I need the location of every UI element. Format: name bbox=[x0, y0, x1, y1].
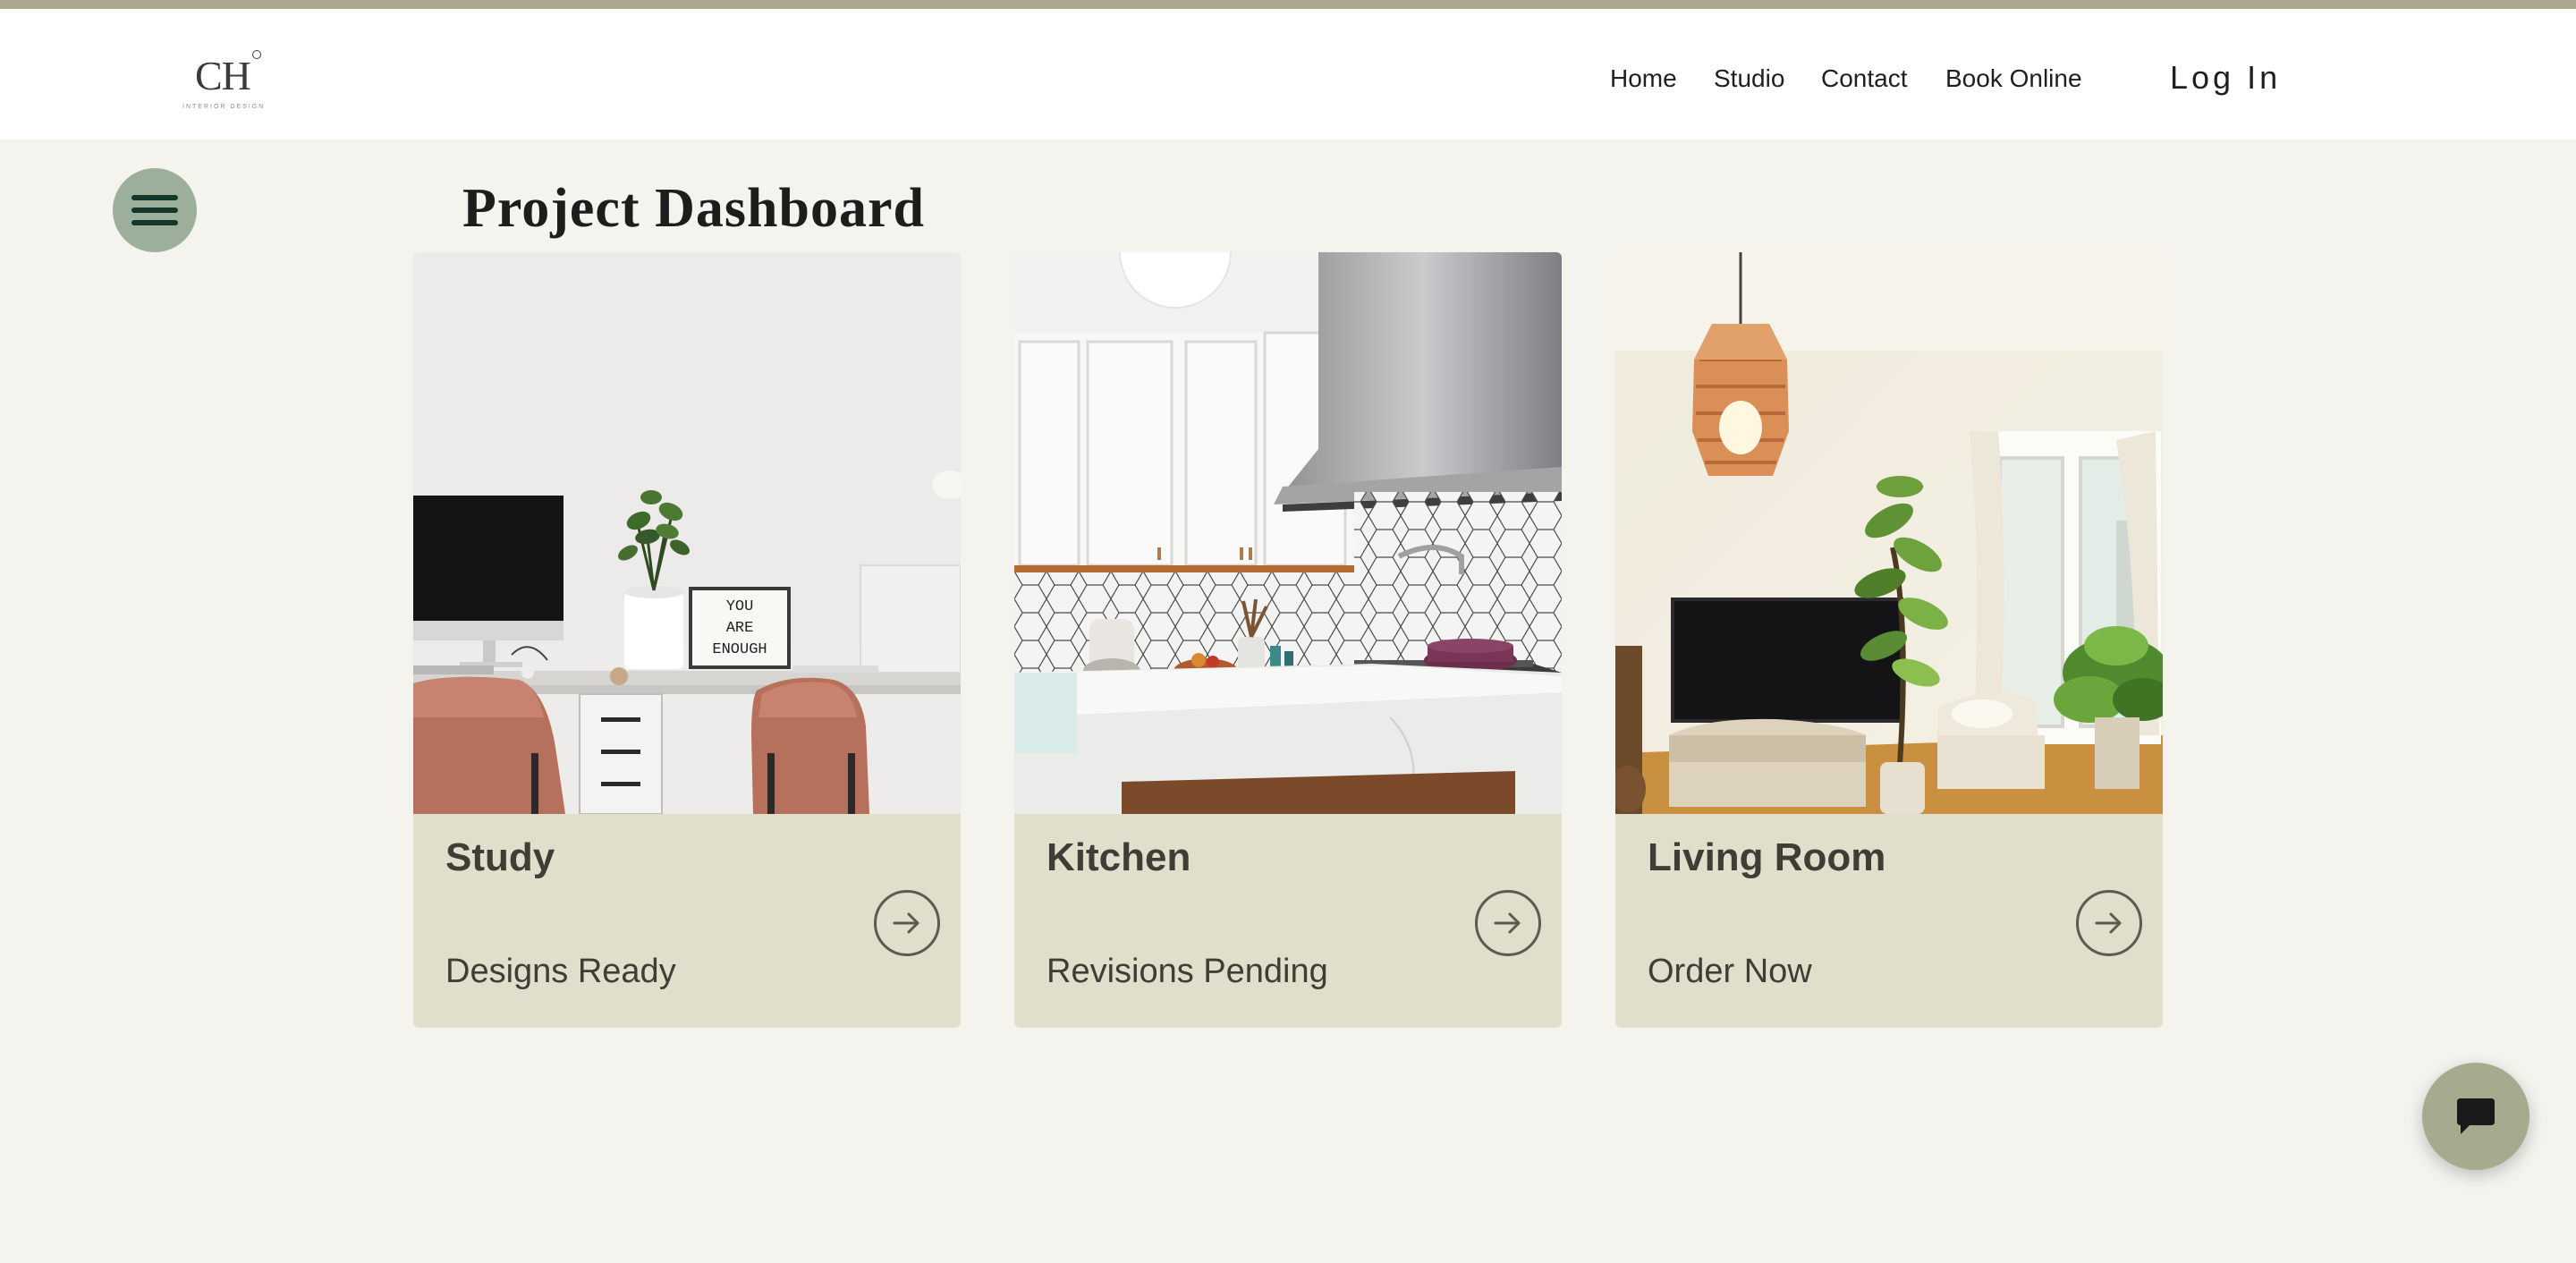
arrow-right-circle-icon[interactable] bbox=[874, 890, 940, 956]
site-logo[interactable]: CH INTERIOR DESIGN bbox=[179, 47, 274, 118]
arrow-right-circle-icon[interactable] bbox=[2076, 890, 2142, 956]
nav-link-studio[interactable]: Studio bbox=[1714, 64, 1784, 97]
card-title: Living Room bbox=[1648, 835, 1886, 879]
project-card-study[interactable]: YOU ARE ENOUGH Study Designs Ready bbox=[413, 252, 961, 1028]
card-status: Order Now bbox=[1648, 953, 1812, 990]
card-status: Designs Ready bbox=[445, 953, 676, 990]
logo-degree-mark bbox=[252, 50, 261, 59]
nav-link-book-online[interactable]: Book Online bbox=[1945, 64, 2082, 97]
site-header: CH INTERIOR DESIGN Home Studio Contact B… bbox=[0, 9, 2576, 140]
svg-text:ARE: ARE bbox=[726, 620, 754, 637]
project-card-kitchen[interactable]: Kitchen Revisions Pending bbox=[1014, 252, 1562, 1028]
page-title: Project Dashboard bbox=[462, 178, 925, 239]
card-status: Revisions Pending bbox=[1046, 953, 1328, 990]
living-room-photo bbox=[1615, 252, 2163, 814]
hamburger-menu-icon bbox=[131, 195, 178, 225]
login-button[interactable]: Log In bbox=[2170, 59, 2281, 97]
nav-link-home[interactable]: Home bbox=[1610, 64, 1677, 97]
study-photo: YOU ARE ENOUGH bbox=[413, 252, 961, 814]
project-card-living-room[interactable]: Living Room Order Now bbox=[1615, 252, 2163, 1028]
svg-text:ENOUGH: ENOUGH bbox=[712, 641, 767, 658]
menu-button[interactable] bbox=[113, 168, 197, 252]
logo-subtitle: INTERIOR DESIGN bbox=[182, 104, 266, 110]
top-accent-stripe bbox=[0, 0, 2576, 9]
lightbox-sign-text: YOU bbox=[726, 598, 754, 615]
nav-link-contact[interactable]: Contact bbox=[1821, 64, 1908, 97]
card-title: Kitchen bbox=[1046, 835, 1191, 879]
kitchen-photo bbox=[1014, 252, 1562, 814]
card-title: Study bbox=[445, 835, 555, 879]
logo-mark: CH bbox=[195, 53, 251, 98]
chat-bubble-icon bbox=[2457, 1098, 2495, 1134]
chat-button[interactable] bbox=[2422, 1063, 2529, 1170]
arrow-right-circle-icon[interactable] bbox=[1475, 890, 1541, 956]
